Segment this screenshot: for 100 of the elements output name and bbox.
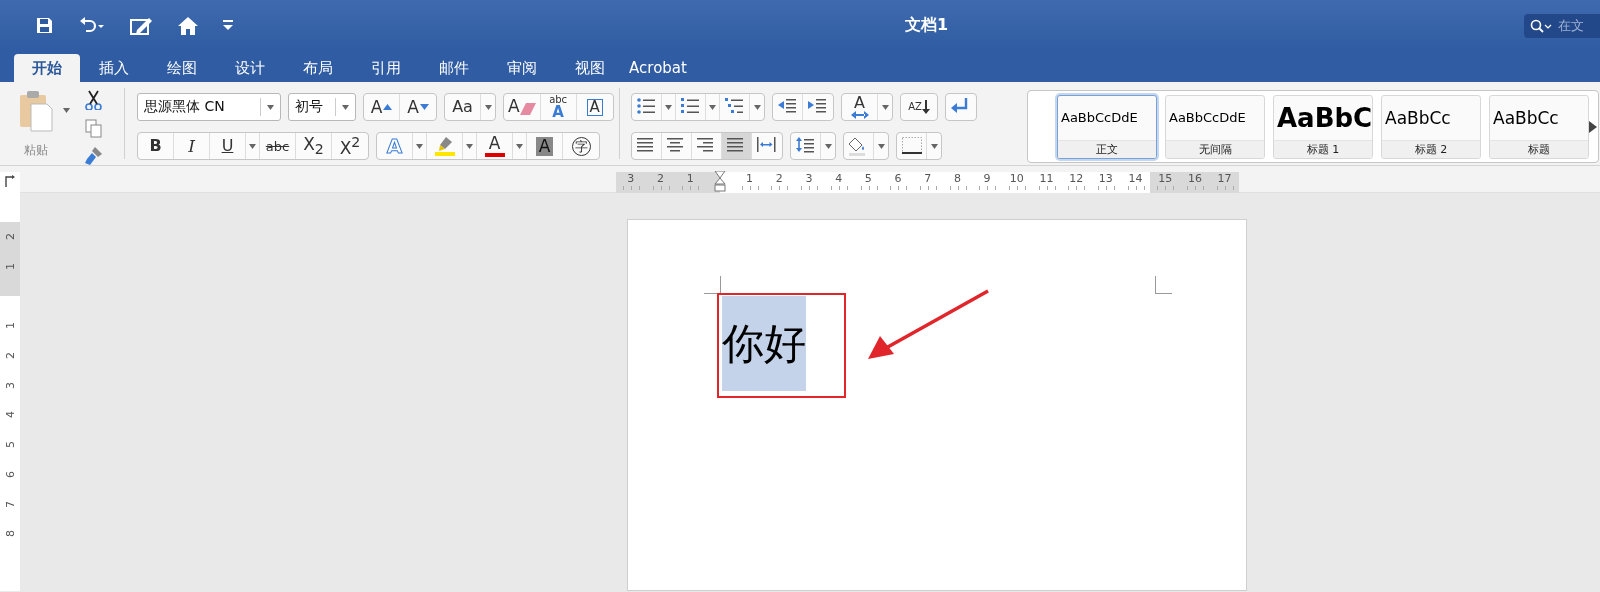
dropdown-button[interactable] bbox=[513, 133, 527, 159]
font-size-field[interactable]: 初号 bbox=[288, 93, 356, 121]
ruler-number: 6 bbox=[4, 470, 16, 478]
ruler-number: 2 bbox=[775, 172, 783, 187]
borders-icon bbox=[901, 136, 922, 156]
ruler-number: 1 bbox=[4, 322, 16, 330]
caret-icon bbox=[249, 143, 256, 149]
superscript-button[interactable]: X$^{2}$ bbox=[332, 133, 368, 159]
ruler-number: 1 bbox=[4, 263, 16, 271]
ribbon-tab[interactable]: 视图 bbox=[556, 54, 624, 82]
font-color-button[interactable]: A bbox=[477, 133, 513, 159]
ruler-number: 14 bbox=[1128, 172, 1143, 187]
scissors-icon bbox=[84, 90, 103, 110]
tab-stop-icon bbox=[5, 175, 15, 187]
text-direction-button[interactable]: A bbox=[842, 94, 878, 120]
grow-font-button[interactable]: A bbox=[364, 94, 400, 120]
caret-icon bbox=[516, 143, 523, 149]
dropdown-button[interactable] bbox=[706, 94, 720, 120]
ribbon-tab[interactable]: 设计 bbox=[216, 54, 284, 82]
enclose-character-button[interactable]: 字 bbox=[563, 133, 599, 159]
gallery-next-button[interactable] bbox=[1589, 120, 1597, 133]
ruler-number: 8 bbox=[4, 530, 16, 538]
clipboard-icon bbox=[19, 90, 53, 132]
caret-icon bbox=[484, 104, 492, 110]
caret-icon bbox=[877, 143, 885, 149]
ruler-number: 4 bbox=[835, 172, 843, 187]
ruler-number: 12 bbox=[1069, 172, 1084, 187]
right-triangle-icon bbox=[1589, 120, 1597, 133]
style-item[interactable]: AaBbC 标题 1 bbox=[1273, 94, 1373, 159]
ruler-number: 3 bbox=[4, 381, 16, 389]
subscript-button[interactable]: X$_{2}$ bbox=[296, 133, 332, 159]
caret-icon bbox=[709, 104, 716, 110]
phonetic-guide-button[interactable]: abc A bbox=[540, 94, 577, 120]
shrink-font-button[interactable]: A bbox=[400, 94, 436, 120]
eraser-icon bbox=[519, 103, 536, 115]
scissors-button[interactable] bbox=[84, 90, 103, 110]
down-triangle-icon bbox=[419, 104, 429, 110]
caret-icon bbox=[665, 104, 672, 110]
character-border-button[interactable]: A bbox=[576, 94, 613, 120]
up-triangle-icon bbox=[383, 104, 393, 110]
style-item[interactable]: AaBbCc 标题 bbox=[1489, 94, 1589, 159]
dropdown-button[interactable] bbox=[662, 94, 676, 120]
ruler-number: 17 bbox=[1217, 172, 1232, 187]
font-name-field[interactable]: 思源黑体 CN bbox=[137, 93, 281, 121]
ruler-number: 5 bbox=[4, 441, 16, 449]
home-icon bbox=[177, 15, 199, 36]
dropdown-button[interactable] bbox=[463, 133, 477, 159]
down-arrow-icon bbox=[921, 100, 930, 114]
ribbon-tab[interactable]: Acrobat bbox=[624, 54, 692, 82]
justify-button[interactable] bbox=[722, 133, 752, 159]
underline-button[interactable]: U bbox=[210, 133, 246, 159]
italic-button[interactable]: I bbox=[174, 133, 210, 159]
save-icon bbox=[35, 15, 54, 36]
ribbon-tab[interactable]: 布局 bbox=[284, 54, 352, 82]
character-shading-button[interactable]: A bbox=[527, 133, 563, 159]
style-item[interactable]: AaBbCc 标题 2 bbox=[1381, 94, 1481, 159]
caret-icon bbox=[267, 104, 274, 110]
window-title: 文档1 bbox=[905, 15, 949, 36]
ruler-number: 8 bbox=[953, 172, 961, 187]
text-effects-button[interactable]: A bbox=[377, 133, 413, 159]
caret-icon bbox=[63, 108, 70, 113]
style-item[interactable]: AaBbCcDdE 正文 bbox=[1057, 94, 1157, 159]
ruler-number: 15 bbox=[1158, 172, 1173, 187]
dropdown-button[interactable] bbox=[246, 133, 260, 159]
margin-corner-mark bbox=[704, 276, 721, 294]
ribbon-tab[interactable]: 绘图 bbox=[148, 54, 216, 82]
ribbon-tab[interactable]: 引用 bbox=[352, 54, 420, 82]
ruler-number: 3 bbox=[627, 172, 635, 187]
ribbon-tab[interactable]: 开始 bbox=[14, 54, 80, 82]
ruler-number: 16 bbox=[1187, 172, 1202, 187]
search-icon bbox=[1530, 18, 1552, 33]
ruler-number: 7 bbox=[4, 500, 16, 508]
caret-icon bbox=[881, 104, 889, 110]
document-text: 你好 bbox=[722, 296, 806, 391]
style-item[interactable]: AaBbCcDdE 无间隔 bbox=[1165, 94, 1265, 159]
double-arrow-icon bbox=[850, 111, 869, 119]
ruler-number: 11 bbox=[1039, 172, 1054, 187]
caret-icon bbox=[342, 104, 349, 110]
sort-button[interactable]: AZ bbox=[901, 94, 937, 120]
margin-corner-mark bbox=[1155, 276, 1172, 294]
change-case-button[interactable]: Aa bbox=[445, 94, 481, 120]
search-field[interactable]: 在文 bbox=[1524, 13, 1600, 38]
ruler-number: 5 bbox=[864, 172, 872, 187]
clear-formatting-button[interactable]: A bbox=[504, 94, 541, 120]
strikethrough-button[interactable]: abc bbox=[260, 133, 296, 159]
ruler-number: 9 bbox=[983, 172, 991, 187]
format-painter-icon bbox=[84, 146, 103, 166]
ruler-number: 13 bbox=[1098, 172, 1113, 187]
ruler-number: 2 bbox=[657, 172, 665, 187]
caret-icon bbox=[824, 143, 832, 149]
ruler-number: 4 bbox=[4, 411, 16, 419]
format-painter-button[interactable] bbox=[84, 146, 103, 166]
bold-button[interactable]: B bbox=[138, 133, 174, 159]
ribbon-tab[interactable]: 邮件 bbox=[420, 54, 488, 82]
ribbon-tab[interactable]: 审阅 bbox=[488, 54, 556, 82]
ruler-number: 10 bbox=[1009, 172, 1024, 187]
dropdown-button[interactable] bbox=[413, 133, 427, 159]
ribbon-tab[interactable]: 插入 bbox=[80, 54, 148, 82]
caret-icon bbox=[416, 143, 423, 149]
ruler-number: 2 bbox=[4, 352, 16, 360]
